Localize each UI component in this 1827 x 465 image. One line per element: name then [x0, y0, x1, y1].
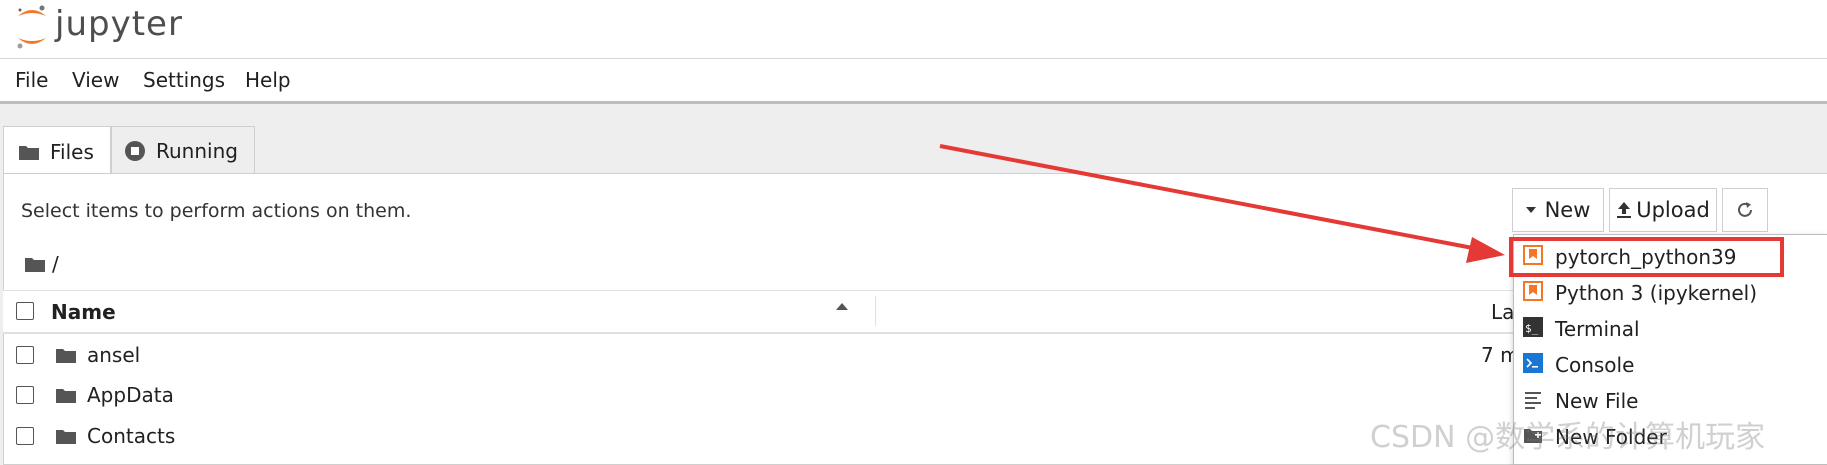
annotation-arrow	[939, 144, 1505, 263]
watermark: CSDN @数学系的计算机玩家	[1370, 420, 1766, 455]
